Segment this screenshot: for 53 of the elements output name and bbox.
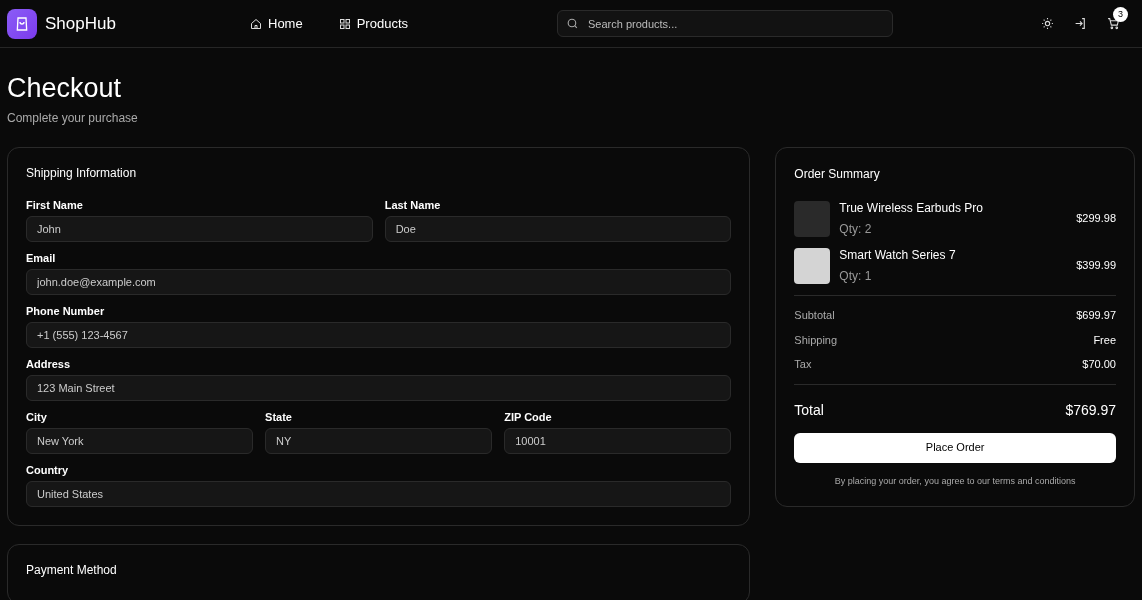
- product-quantity: Qty: 2: [839, 221, 873, 238]
- nav-link[interactable]: Home: [250, 13, 303, 34]
- page-title: Checkout: [7, 73, 123, 103]
- input-field[interactable]: New York: [26, 428, 254, 454]
- input-field[interactable]: +1 (555) 123-4567: [26, 322, 732, 348]
- input-field[interactable]: NY: [265, 428, 493, 454]
- cart-count-badge: 3: [1113, 7, 1128, 22]
- field-label: Country: [26, 463, 70, 477]
- input-field[interactable]: John: [26, 216, 373, 242]
- product-name: True Wireless Earbuds Pro: [839, 200, 984, 217]
- place-order-button[interactable]: Place Order: [794, 432, 1116, 463]
- home-icon: [250, 17, 262, 30]
- shopping-bag-logo-icon: [7, 8, 37, 39]
- terms-note: By placing your order, you agree to our terms and conditions: [833, 474, 1077, 488]
- brand-name: ShopHub: [45, 12, 116, 35]
- field-label: State: [265, 410, 293, 424]
- summary-label: Shipping: [794, 332, 838, 348]
- search-icon: [566, 17, 579, 30]
- nav-link[interactable]: Products: [338, 13, 408, 34]
- field-label: City: [26, 410, 48, 424]
- summary-label: Tax: [794, 357, 812, 372]
- total-value: $769.97: [1065, 400, 1116, 420]
- product-quantity: Qty: 1: [839, 268, 873, 285]
- login-icon[interactable]: [1074, 17, 1087, 30]
- field-label: Last Name: [384, 198, 442, 212]
- card-title: Payment Method: [26, 562, 118, 578]
- summary-value: $699.97: [1076, 308, 1116, 323]
- field-label: Phone Number: [26, 304, 106, 318]
- field-label: ZIP Code: [504, 410, 553, 424]
- product-photo-placeholder: [794, 200, 831, 237]
- field-label: Email: [26, 251, 57, 265]
- product-name: Smart Watch Series 7: [839, 247, 957, 264]
- field-label: First Name: [26, 198, 84, 212]
- card-title: Shipping Information: [26, 165, 138, 181]
- input-field[interactable]: United States: [26, 481, 732, 507]
- summary-value: $70.00: [1082, 357, 1116, 372]
- product-photo-placeholder: [794, 247, 831, 284]
- input-field[interactable]: Doe: [384, 216, 732, 242]
- grid-icon: [338, 17, 351, 30]
- card-title: Order Summary: [794, 166, 881, 183]
- cart-icon[interactable]: [1107, 17, 1120, 30]
- input-field[interactable]: john.doe@example.com: [26, 269, 732, 295]
- search-field[interactable]: Search products...: [557, 10, 893, 37]
- field-label: Address: [26, 357, 72, 371]
- page-subtitle: Complete your purchase: [7, 110, 139, 127]
- product-price: $299.98: [1076, 211, 1116, 227]
- summary-label: Subtotal: [794, 308, 835, 323]
- total-label: Total: [794, 400, 824, 420]
- product-price: $399.99: [1076, 258, 1116, 274]
- input-field[interactable]: 10001: [504, 428, 732, 454]
- input-field[interactable]: 123 Main Street: [26, 375, 732, 401]
- sun-icon[interactable]: [1041, 17, 1054, 30]
- summary-value: Free: [1093, 332, 1116, 348]
